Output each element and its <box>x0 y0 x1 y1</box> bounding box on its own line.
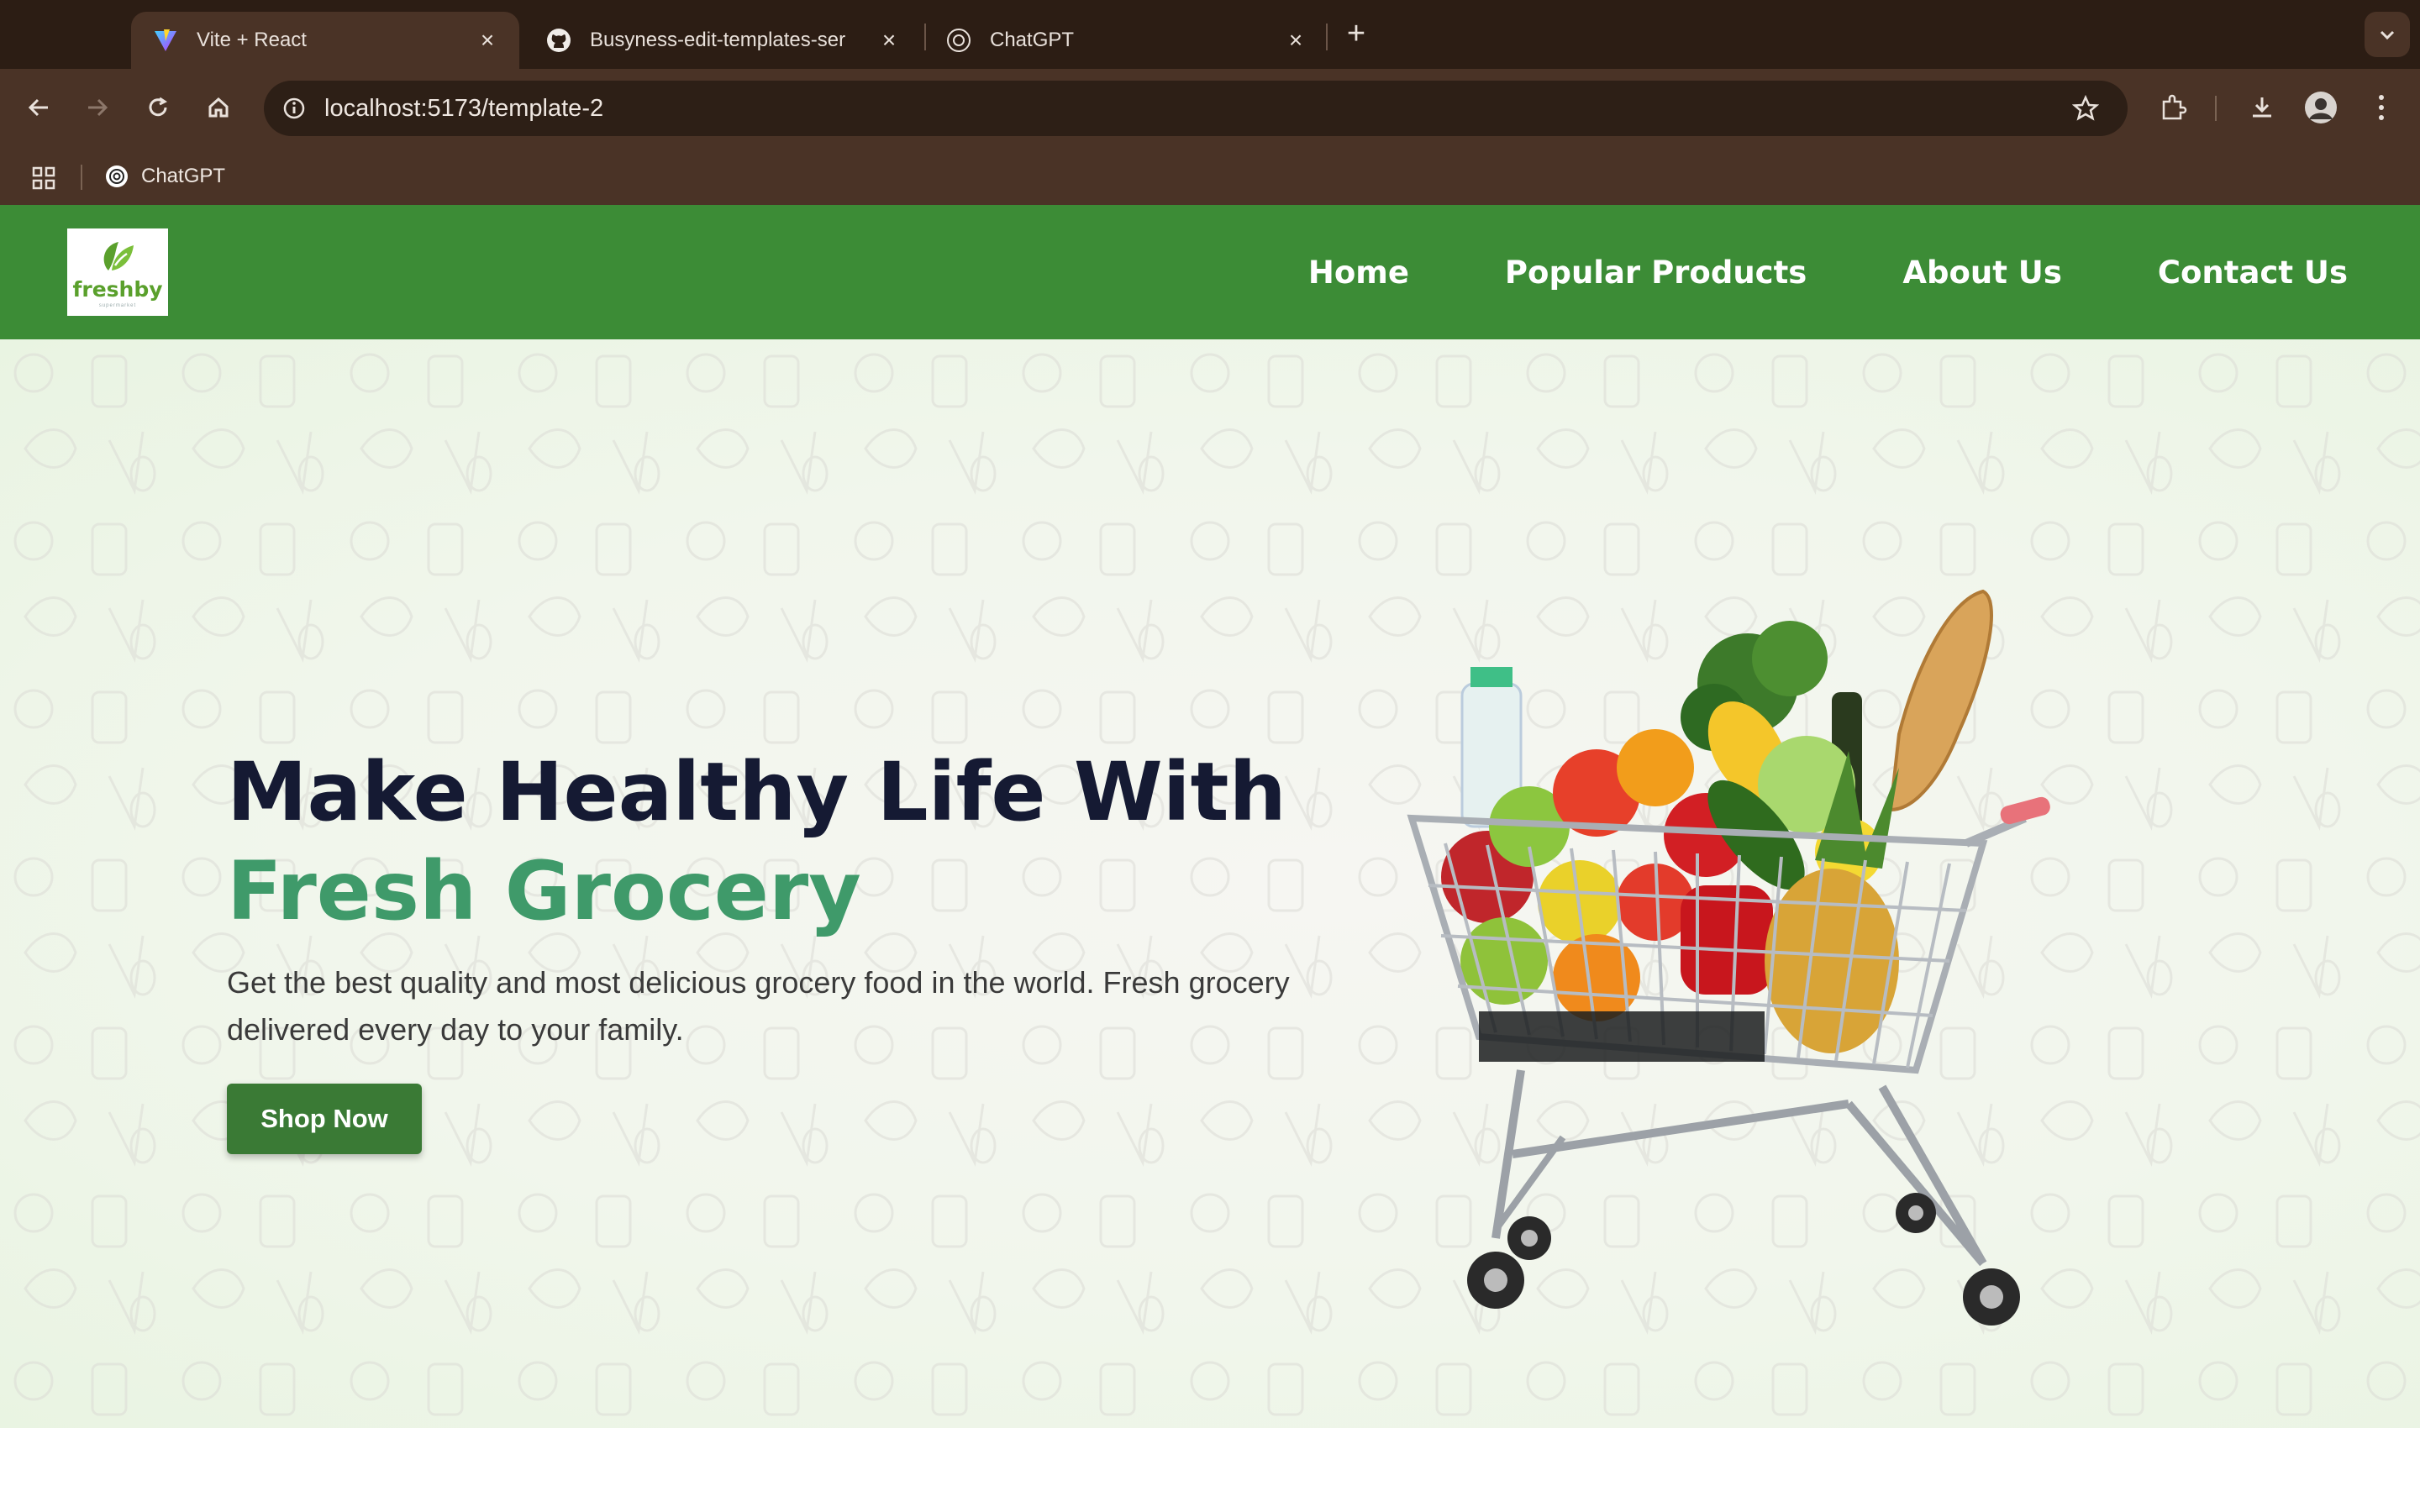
hero-section: Make Healthy Life With Fresh Grocery Get… <box>0 339 2420 1428</box>
nav-link-contact-us[interactable]: Contact Us <box>2158 255 2348 291</box>
main-nav: Home Popular Products About Us Contact U… <box>1213 205 2348 339</box>
close-tab-icon[interactable]: × <box>876 27 902 54</box>
logo-text: freshby <box>72 276 163 302</box>
bookmarks-bar: ChatGPT <box>0 146 2420 205</box>
hero-title-line1: Make Healthy Life With <box>227 745 1286 839</box>
hero-title-line2: Fresh Grocery <box>227 844 861 938</box>
chatgpt-icon <box>104 164 129 189</box>
browser-toolbar: localhost:5173/template-2 <box>0 69 2420 146</box>
site-info-icon[interactable] <box>276 90 313 127</box>
chatgpt-icon <box>946 28 971 53</box>
bookmark-chatgpt[interactable]: ChatGPT <box>104 158 225 195</box>
url-text: localhost:5173/template-2 <box>324 95 604 122</box>
tab-title: Vite + React <box>197 29 307 51</box>
tab-title: Busyness-edit-templates-ser <box>590 29 846 51</box>
nav-link-about-us[interactable]: About Us <box>1902 255 2062 291</box>
menu-kebab-icon[interactable] <box>2360 86 2403 129</box>
download-icon[interactable] <box>2240 86 2284 129</box>
page-bottom <box>0 1428 2420 1512</box>
logo-tagline: supermarket <box>98 302 137 308</box>
home-icon[interactable] <box>197 86 240 129</box>
bookmark-label: ChatGPT <box>141 165 226 187</box>
tab-vite-react[interactable]: Vite + React × <box>131 12 519 69</box>
site-header: freshby supermarket Home Popular Product… <box>0 205 2420 339</box>
tab-title: ChatGPT <box>990 29 1075 51</box>
close-tab-icon[interactable]: × <box>1282 27 1309 54</box>
shop-now-button[interactable]: Shop Now <box>227 1084 422 1154</box>
tab-search-chevron-icon[interactable] <box>2365 12 2410 57</box>
nav-link-home[interactable]: Home <box>1308 255 1409 291</box>
leaf-logo-icon <box>103 241 134 270</box>
apps-grid-icon[interactable] <box>25 160 62 197</box>
github-icon <box>546 28 571 53</box>
tab-chatgpt[interactable]: ChatGPT × <box>924 12 1328 69</box>
extensions-icon[interactable] <box>2151 86 2195 129</box>
hero-text-block: Make Healthy Life With Fresh Grocery Get… <box>227 743 1319 1154</box>
address-bar[interactable]: localhost:5173/template-2 <box>264 81 2128 136</box>
hero-subtitle: Get the best quality and most delicious … <box>227 965 1290 1047</box>
nav-link-popular-products[interactable]: Popular Products <box>1505 255 1807 291</box>
tab-divider <box>1326 24 1328 50</box>
back-icon[interactable] <box>17 86 60 129</box>
bookmark-star-icon[interactable] <box>2067 90 2104 127</box>
toolbar-divider <box>2215 96 2217 121</box>
tab-github[interactable]: Busyness-edit-templates-ser × <box>524 12 921 69</box>
profile-avatar[interactable] <box>2299 86 2343 129</box>
forward-icon[interactable] <box>76 86 119 129</box>
new-tab-icon[interactable]: + <box>1339 16 1373 51</box>
close-tab-icon[interactable]: × <box>474 27 501 54</box>
grocery-cart-illustration <box>1407 589 2050 1326</box>
freshby-logo[interactable]: freshby supermarket <box>67 228 168 316</box>
bookmarks-divider <box>81 165 82 190</box>
vite-icon <box>153 28 178 53</box>
reload-icon[interactable] <box>136 86 180 129</box>
browser-tabstrip: Vite + React × Busyness-edit-templates-s… <box>0 0 2420 69</box>
